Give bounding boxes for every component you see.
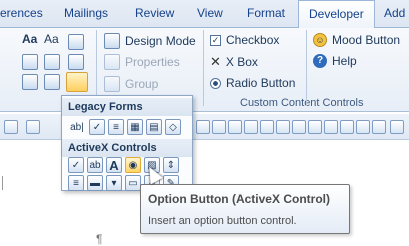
group-button[interactable]: Group (104, 76, 158, 92)
tooltip-title: Option Button (ActiveX Control) (148, 192, 330, 206)
plain-text-control-icon[interactable]: Aa (44, 32, 59, 46)
frame-form-icon[interactable]: ▦ (127, 119, 143, 135)
radio-button-button[interactable]: Radio Button (210, 76, 295, 90)
check-box-form-icon[interactable]: ✓ (89, 119, 105, 135)
toolbar-icon[interactable] (4, 120, 18, 134)
date-picker-icon[interactable] (22, 74, 38, 90)
x-icon: ✕ (210, 54, 221, 69)
tab-format[interactable]: Format (247, 6, 285, 20)
toolbar-icon[interactable] (212, 120, 226, 134)
toolbar-icon[interactable] (390, 120, 404, 134)
activex-checkbox-icon[interactable]: ✓ (68, 157, 84, 173)
checkbox-button[interactable]: ✓ Checkbox (210, 33, 279, 47)
paragraph-mark: ¶ (96, 232, 103, 246)
toolbar-icon[interactable] (324, 120, 338, 134)
text-field-form-icon[interactable]: ab| (68, 119, 86, 135)
design-mode-icon (104, 33, 120, 49)
properties-button[interactable]: Properties (104, 54, 180, 70)
margin-marker (2, 176, 6, 190)
tooltip-description: Insert an option button control. (148, 215, 297, 227)
tab-developer[interactable]: Developer (298, 0, 375, 29)
toolbar-icon[interactable] (228, 120, 242, 134)
tab-review[interactable]: Review (135, 6, 174, 20)
tooltip: Option Button (ActiveX Control) Insert a… (140, 184, 350, 234)
activex-command-button-icon[interactable]: ▬ (87, 175, 103, 191)
toolbar-icon[interactable] (196, 120, 210, 134)
group-separator (203, 30, 204, 106)
tab-references[interactable]: erences (0, 6, 43, 20)
tab-mailings[interactable]: Mailings (64, 6, 108, 20)
activex-option-button-icon[interactable]: ◉ (125, 157, 141, 173)
help-icon: ? (313, 54, 327, 68)
mood-button[interactable]: ☺ Mood Button (313, 33, 400, 47)
tab-view[interactable]: View (197, 6, 223, 20)
toolbar-icon[interactable] (292, 120, 306, 134)
toolbar-icon[interactable] (356, 120, 370, 134)
toolbar-icon[interactable] (372, 120, 386, 134)
group-label-custom-content-controls: Custom Content Controls (240, 97, 364, 109)
activex-toggle-icon[interactable]: ▭ (125, 175, 141, 191)
activex-row-1: ✓ ab A ◉ ▨ ⇕ (68, 157, 179, 173)
checkbox-icon: ✓ (210, 34, 221, 46)
toolbar-icon[interactable] (260, 120, 274, 134)
group-icon (104, 76, 120, 92)
text-control-icon[interactable]: Aa (22, 32, 37, 46)
tab-add[interactable]: Add (384, 6, 405, 20)
building-block-icon[interactable] (22, 54, 38, 70)
properties-icon (104, 54, 120, 70)
drop-down-list-icon[interactable] (68, 54, 84, 70)
legacy-forms-row: ab| ✓ ≡ ▦ ▤ ◇ (68, 119, 181, 135)
radio-icon (210, 77, 221, 89)
toolbar-icon[interactable] (340, 120, 354, 134)
toolbar-icon[interactable] (26, 120, 40, 134)
activex-combobox-icon[interactable]: ▾ (106, 175, 122, 191)
drop-down-form-icon[interactable]: ≡ (108, 119, 124, 135)
activex-label-icon[interactable]: A (106, 157, 122, 173)
toolbar-icon[interactable] (276, 120, 290, 134)
reset-form-icon[interactable]: ◇ (165, 119, 181, 135)
help-button[interactable]: ? Help (313, 54, 357, 68)
activex-listbox-icon[interactable]: ≡ (68, 175, 84, 191)
activex-textbox-icon[interactable]: ab (87, 157, 103, 173)
group-separator (306, 30, 307, 106)
shading-form-icon[interactable]: ▤ (146, 119, 162, 135)
smiley-icon: ☺ (313, 33, 327, 47)
legacy-tools-dropdown: Legacy Forms ab| ✓ ≡ ▦ ▤ ◇ ActiveX Contr… (61, 95, 193, 191)
toolbar-icon[interactable] (244, 120, 258, 134)
activex-spin-button-icon[interactable]: ⇕ (163, 157, 179, 173)
checkbox-control-icon[interactable] (44, 74, 60, 90)
toolbar-icon[interactable] (308, 120, 322, 134)
ribbon-tab-strip: erences Mailings Review View Format Deve… (0, 0, 409, 29)
combo-box-icon[interactable] (44, 54, 60, 70)
legacy-tools-icon[interactable] (66, 72, 88, 92)
xbox-button[interactable]: ✕ X Box (210, 54, 258, 70)
activex-controls-header: ActiveX Controls (62, 139, 192, 157)
picture-control-icon[interactable] (68, 34, 84, 50)
design-mode-button[interactable]: Design Mode (104, 33, 196, 49)
legacy-forms-header: Legacy Forms (62, 98, 192, 116)
